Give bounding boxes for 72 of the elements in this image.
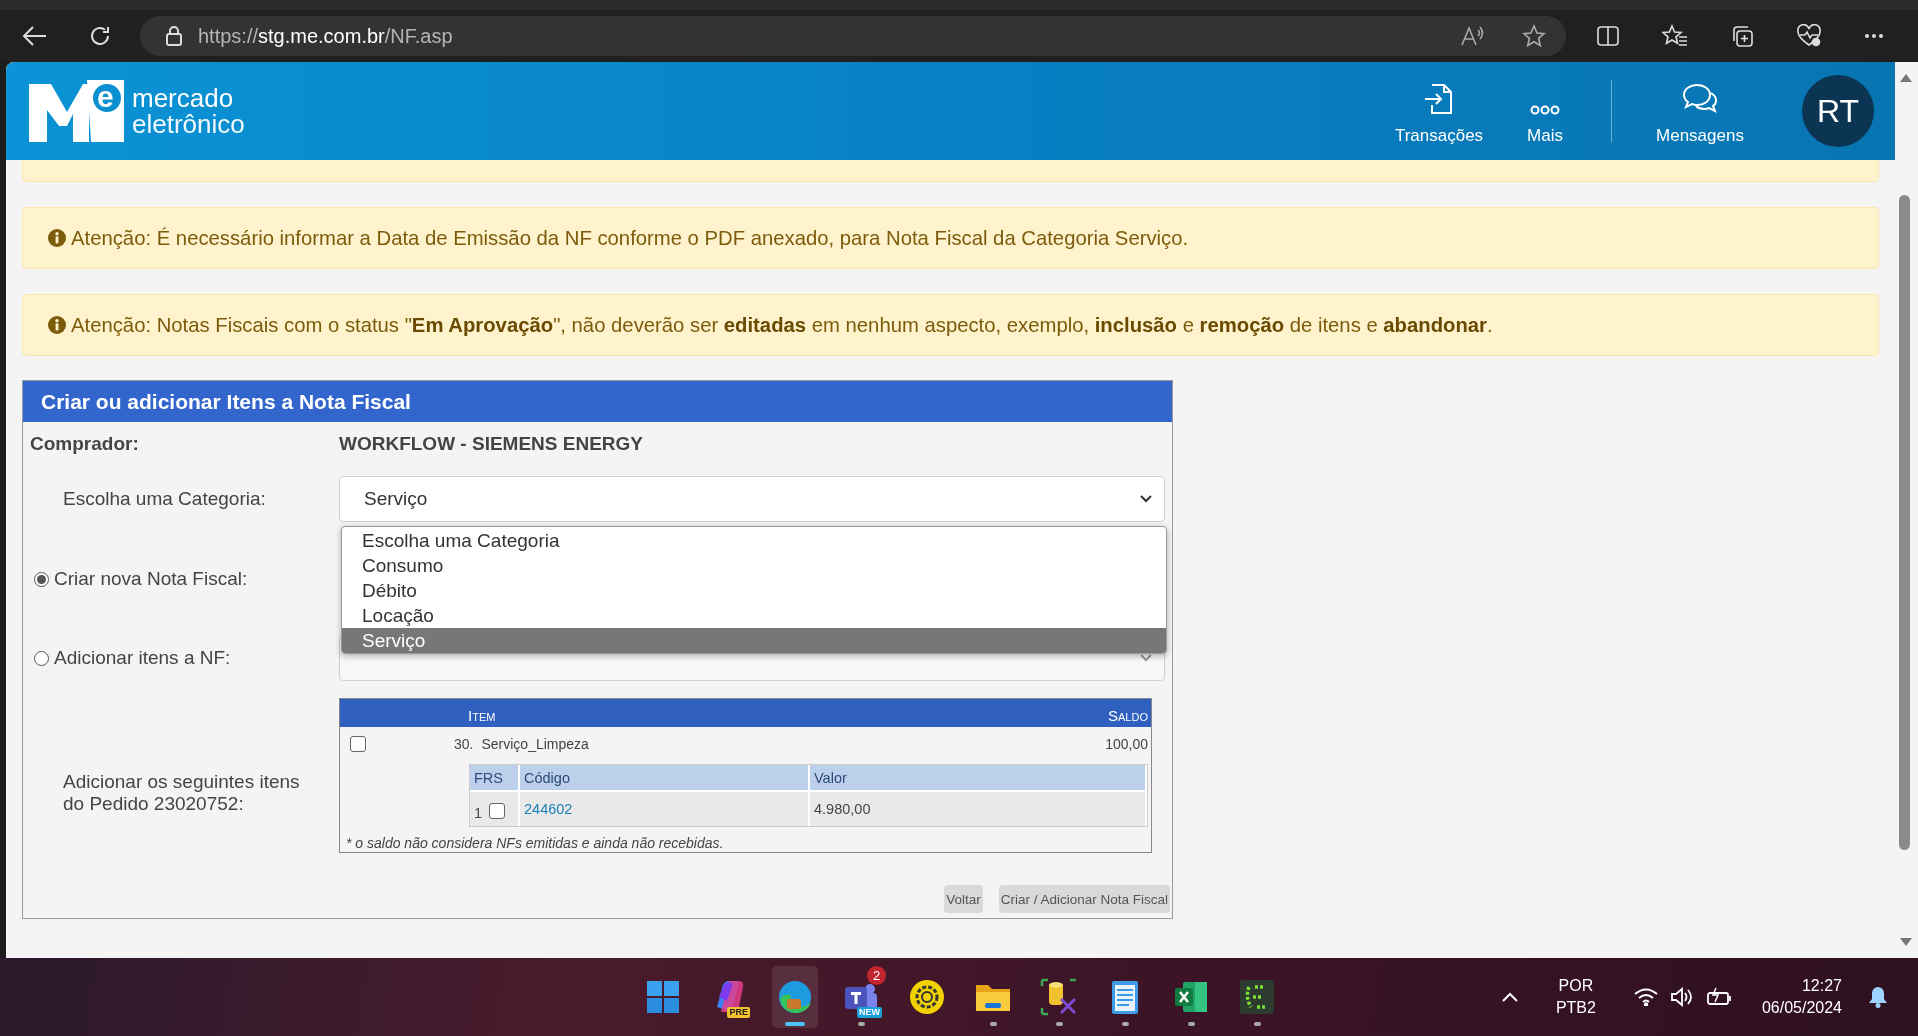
notepad-icon[interactable] xyxy=(1112,981,1138,1014)
split-screen-icon[interactable] xyxy=(1596,25,1620,47)
scrollbar[interactable] xyxy=(1895,62,1918,958)
radio-label: Criar nova Nota Fiscal: xyxy=(54,568,248,590)
table-cell: 4.980,00 xyxy=(814,801,871,817)
radio-label: Adicionar itens a NF: xyxy=(54,647,231,669)
checkbox[interactable] xyxy=(489,803,506,819)
more-icon xyxy=(1530,104,1560,116)
chevron-icon xyxy=(1140,495,1152,503)
item-balance: 100,00 xyxy=(1105,735,1148,752)
alert-text: Atenção: Notas Fiscais com o status "Em Aprovação", não deverão ser editadas em nenhum aspecto, exemplo, inclusão e remoção de itens e abandonar. xyxy=(71,313,1493,337)
table-cell-text: 1 xyxy=(474,805,483,823)
panel-title: Criar ou adicionar Itens a Nota Fiscal xyxy=(23,381,1172,422)
database-tools-icon[interactable] xyxy=(1040,978,1078,1016)
dropdown-option[interactable]: Débito xyxy=(342,578,1166,603)
buyer-label: Comprador: xyxy=(30,432,139,455)
nav-item[interactable]: Transações xyxy=(1384,76,1494,146)
heart-pulse-icon[interactable] xyxy=(1796,24,1822,48)
checkbox[interactable] xyxy=(350,735,366,752)
volume-icon[interactable] xyxy=(1669,987,1694,1007)
alert-text: Atenção: É necessário informar a Data de Emissão da NF conforme o PDF anexado, para Nota Fiscal da Categoria Serviço. xyxy=(71,226,1189,250)
column-header: Item xyxy=(468,707,497,724)
code-link[interactable]: 244602 xyxy=(524,801,573,817)
read-aloud-icon[interactable] xyxy=(1460,25,1484,47)
terminal-icon[interactable] xyxy=(1240,980,1274,1014)
chevron-up-icon[interactable] xyxy=(1501,992,1518,1002)
nav-item[interactable]: Mensagens xyxy=(1645,76,1755,146)
refresh-icon[interactable] xyxy=(88,24,112,48)
buyer-name: WORKFLOW - SIEMENS ENERGY xyxy=(339,432,643,455)
radio-button[interactable] xyxy=(34,650,49,666)
chat-bubbles-icon xyxy=(1681,82,1719,116)
back-arrow-icon[interactable] xyxy=(22,25,48,47)
dropdown-option[interactable]: Serviço xyxy=(342,628,1166,653)
app-tag: NEW xyxy=(857,1007,882,1018)
teams-icon[interactable] xyxy=(845,984,877,1009)
form-button[interactable]: Voltar xyxy=(944,885,983,913)
item-number: 30. xyxy=(454,735,474,752)
address-bar[interactable]: https://stg.me.com.br/NF.asp xyxy=(140,16,1566,56)
gear-icon[interactable] xyxy=(910,980,944,1014)
items-label: Adicionar os seguintes itens do Pedido 23020752: xyxy=(63,770,301,815)
radio-button[interactable] xyxy=(34,571,49,587)
dropdown-option[interactable]: Locação xyxy=(342,603,1166,628)
category-label: Escolha uma Categoria: xyxy=(63,488,266,510)
lock-icon xyxy=(166,26,182,46)
wifi-icon[interactable] xyxy=(1633,988,1658,1006)
item-name: Serviço_Limpeza xyxy=(481,735,590,752)
url-text: https://stg.me.com.br/NF.asp xyxy=(198,24,454,48)
language-indicator[interactable]: POR PTB2 xyxy=(1555,975,1596,1019)
logo[interactable]: e mercado eletrônico xyxy=(29,80,245,142)
bell-icon[interactable] xyxy=(1868,986,1888,1008)
avatar[interactable]: RT xyxy=(1802,75,1874,147)
app-tag: PRE xyxy=(727,1007,750,1018)
dropdown-option[interactable]: Escolha uma Categoria xyxy=(342,528,1166,553)
nav-item[interactable]: Mais xyxy=(1515,76,1575,146)
info-icon xyxy=(48,229,66,247)
clock[interactable]: 12:27 06/05/2024 xyxy=(1761,975,1842,1019)
column-header: Saldo xyxy=(1108,707,1148,724)
browser-icon[interactable] xyxy=(779,981,811,1013)
category-select[interactable]: Serviço xyxy=(339,476,1165,522)
folder-icon[interactable] xyxy=(976,985,1010,1011)
notification-badge: 2 xyxy=(867,966,886,985)
footnote: * o saldo não considera NFs emitidas e ainda não recebidas. xyxy=(346,835,725,851)
form-button[interactable]: Criar / Adicionar Nota Fiscal xyxy=(998,885,1170,913)
spreadsheet-icon[interactable] xyxy=(1175,982,1207,1012)
info-icon xyxy=(48,316,66,334)
battery-icon[interactable] xyxy=(1705,987,1732,1007)
windows-icon[interactable] xyxy=(647,981,679,1013)
more-icon[interactable] xyxy=(1864,33,1884,39)
dropdown-option[interactable]: Consumo xyxy=(342,553,1166,578)
favorites-icon[interactable] xyxy=(1662,24,1688,48)
star-icon[interactable] xyxy=(1522,24,1546,48)
collections-icon[interactable] xyxy=(1730,24,1754,48)
